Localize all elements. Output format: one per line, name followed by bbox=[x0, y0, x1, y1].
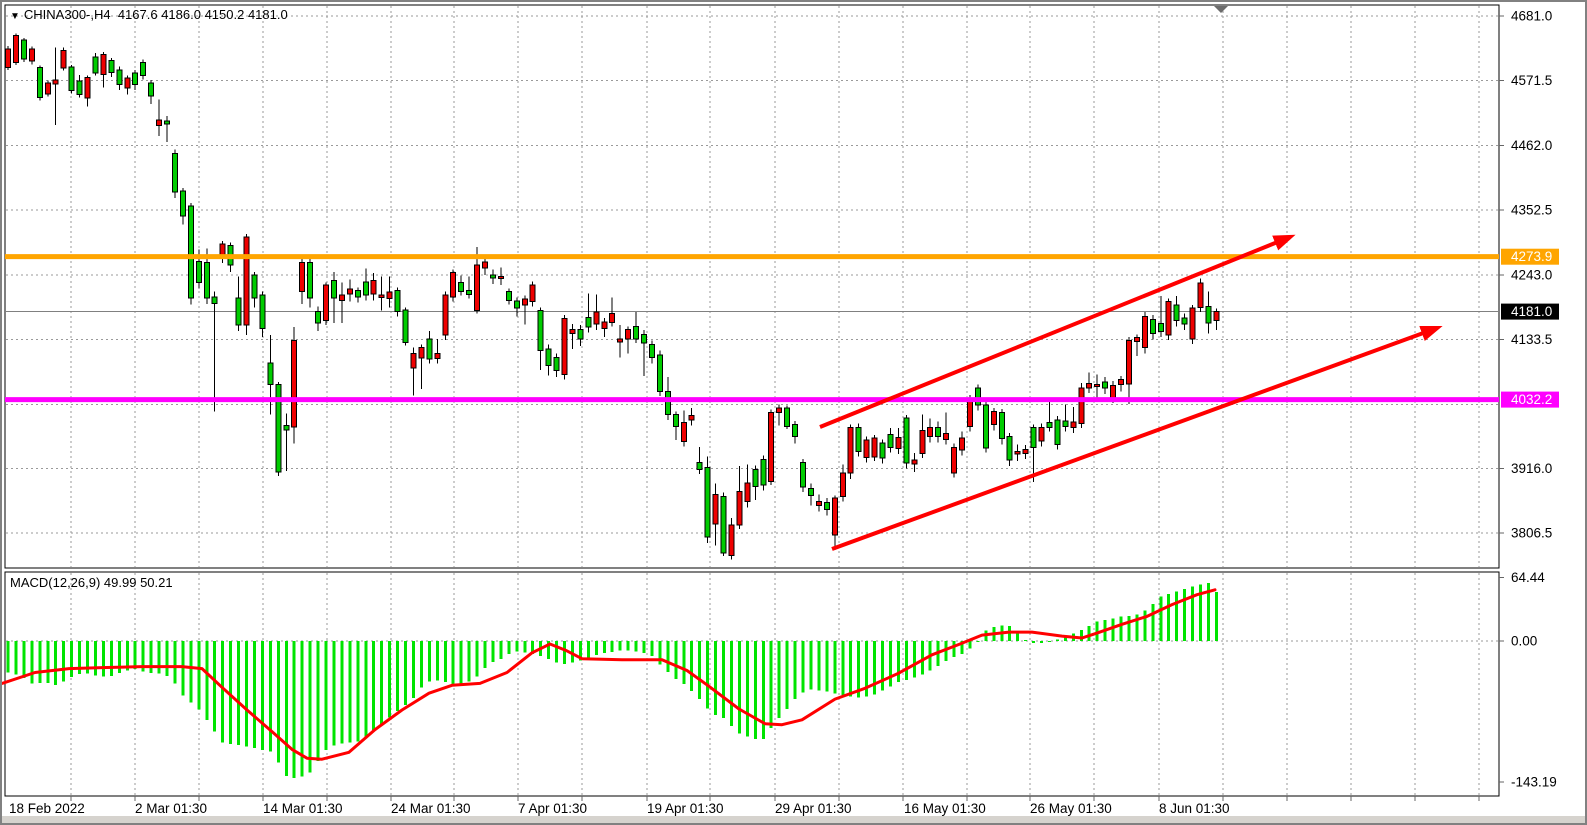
time-axis-label: 8 Jun 01:30 bbox=[1159, 801, 1230, 816]
macd-axis-label: -143.19 bbox=[1511, 775, 1557, 790]
time-axis-label: 24 Mar 01:30 bbox=[391, 801, 471, 816]
price-axis-label: 4462.0 bbox=[1511, 138, 1552, 153]
price-axis-label: 4571.5 bbox=[1511, 73, 1552, 88]
time-axis-label: 2 Mar 01:30 bbox=[135, 801, 207, 816]
time-axis-label: 14 Mar 01:30 bbox=[263, 801, 343, 816]
macd-axis-label: 64.44 bbox=[1511, 570, 1545, 585]
window-bottom-edge bbox=[2, 816, 1585, 823]
time-axis-label: 19 Apr 01:30 bbox=[647, 801, 724, 816]
time-axis-label: 7 Apr 01:30 bbox=[518, 801, 587, 816]
svg-text:4273.9: 4273.9 bbox=[1511, 249, 1552, 264]
price-axis-label: 4681.0 bbox=[1511, 9, 1552, 24]
price-axis-label: 4352.5 bbox=[1511, 203, 1552, 218]
chart-title: ▼ CHINA300-,H4 4167.6 4186.0 4150.2 4181.… bbox=[10, 7, 288, 22]
time-axis-label: 26 May 01:30 bbox=[1030, 801, 1112, 816]
macd-axis-label: 0.00 bbox=[1511, 634, 1537, 649]
svg-text:4032.2: 4032.2 bbox=[1511, 392, 1552, 407]
time-axis-label: 16 May 01:30 bbox=[904, 801, 986, 816]
chart-canvas[interactable]: 4681.0 4571.5 4462.0 4352.5 4243.0 4133.5 3916… bbox=[2, 2, 1585, 823]
price-axis[interactable]: 4681.0 4571.5 4462.0 4352.5 4243.0 4133.5 3916… bbox=[1499, 9, 1559, 790]
chart-title-text: CHINA300-,H4 4167.6 4186.0 4150.2 4181.0 bbox=[24, 7, 288, 22]
time-axis-label: 29 Apr 01:30 bbox=[775, 801, 852, 816]
macd-indicator-label: MACD(12,26,9) 49.99 50.21 bbox=[10, 575, 173, 590]
time-axis-label: 18 Feb 2022 bbox=[9, 801, 85, 816]
price-axis-label: 3916.0 bbox=[1511, 461, 1552, 476]
price-axis-label: 4133.5 bbox=[1511, 332, 1552, 347]
mt4-chart-window: 4681.0 4571.5 4462.0 4352.5 4243.0 4133.5 3916… bbox=[0, 0, 1587, 825]
time-axis[interactable]: 18 Feb 2022 2 Mar 01:30 14 Mar 01:30 24 Mar… bbox=[9, 796, 1479, 816]
price-axis-label: 4243.0 bbox=[1511, 267, 1552, 282]
symbol-dropdown-icon[interactable]: ▼ bbox=[10, 11, 20, 22]
price-axis-label: 3806.5 bbox=[1511, 526, 1552, 541]
svg-text:4181.0: 4181.0 bbox=[1511, 304, 1552, 319]
